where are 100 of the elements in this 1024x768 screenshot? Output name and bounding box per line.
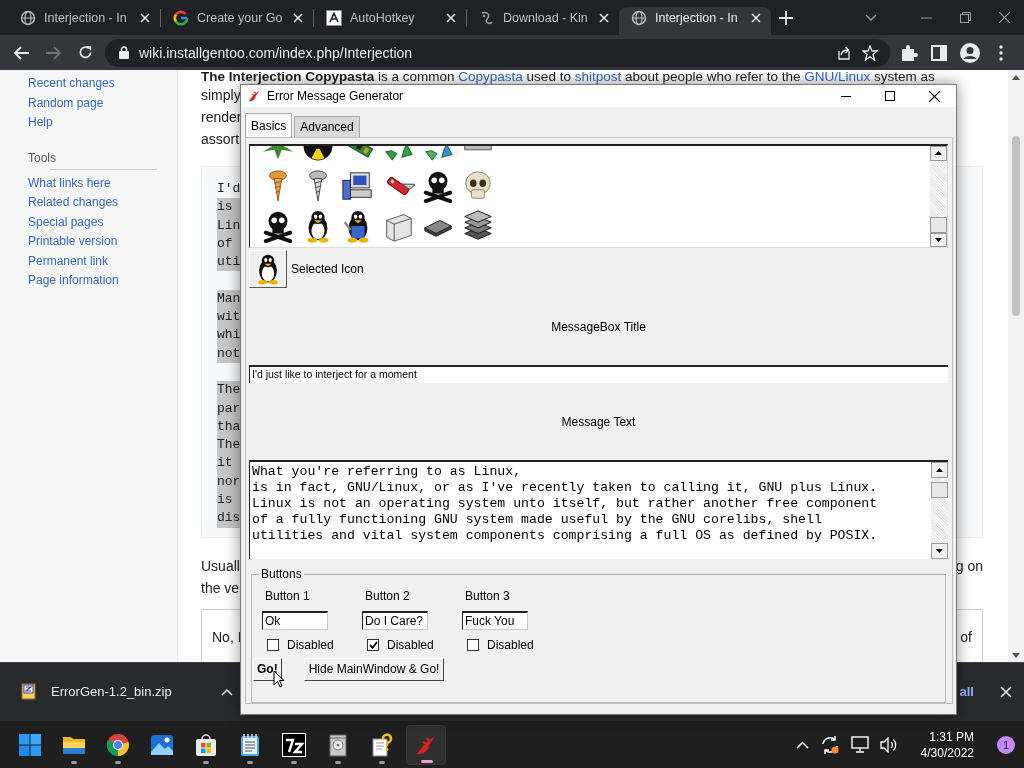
paragraph-text: assort (201, 130, 240, 149)
sidebar-link[interactable]: Permanent link (28, 251, 109, 271)
restore-icon[interactable] (960, 12, 971, 23)
paragraph-text: Usuall (201, 557, 240, 576)
window-title: Error Message Generator (267, 89, 405, 103)
clock-time[interactable]: 1:31 PM (929, 728, 974, 745)
sidebar-link[interactable]: Printable version (28, 232, 118, 252)
input-field[interactable]: Fuck You (462, 611, 528, 630)
sidebar-link[interactable]: Page information (28, 271, 119, 291)
checkbox[interactable] (267, 639, 279, 651)
archive-app-icon (282, 732, 306, 757)
chevron-up-icon[interactable] (795, 740, 809, 749)
chevron-down-icon[interactable] (865, 13, 877, 22)
sidebar-heading: Tools (28, 149, 56, 167)
text-area[interactable]: What you're referring to as Linux, is in fact, GNU/Linux, or as I've recently taken to calling it, GNU plus Linux. Linux is not an operating system unto itself, but rather another free component of a fully functioning GNU system made useful by the GNU corelibs, shell utilities and vital system components comprising a full OS as defined by POSIX. (249, 460, 948, 559)
notepad-icon (240, 732, 260, 757)
field-label: Button 1 (265, 589, 310, 603)
network-icon[interactable] (850, 736, 869, 753)
paragraph-text: render (201, 108, 242, 127)
scrollbar-thumb[interactable] (930, 216, 947, 233)
browser-tab[interactable]: Interjection - In (8, 7, 160, 35)
volume-icon[interactable] (879, 736, 898, 753)
scroll-up-button[interactable] (930, 146, 947, 161)
text-link[interactable]: Copypasta (458, 70, 523, 84)
input-field[interactable]: Ok (262, 611, 328, 630)
swirl-icon (479, 10, 495, 26)
star-icon[interactable] (862, 44, 878, 61)
back-arrow-icon[interactable] (14, 45, 30, 60)
action-button[interactable]: Hide MainWindow & Go! (303, 658, 445, 681)
scroll-down-button[interactable] (931, 543, 948, 559)
sidebar-link[interactable]: What links here (28, 173, 111, 193)
field-label: Message Text (561, 414, 636, 429)
skull-crossbones-icon[interactable] (421, 169, 455, 203)
minimize-icon[interactable] (841, 95, 851, 97)
profile-icon[interactable] (960, 42, 980, 63)
browser-tab[interactable]: Download - Kin (467, 7, 619, 35)
text-link[interactable]: shitpost (574, 70, 622, 84)
browser-tab[interactable]: Interjection - In (619, 7, 771, 35)
tab[interactable]: Basics (245, 113, 293, 137)
input-field[interactable]: I'd just like to interject for a moment (249, 365, 948, 383)
new-tab-plus-icon[interactable] (779, 11, 793, 25)
group-label: Buttons (260, 567, 303, 581)
check-mark-icon (368, 641, 378, 649)
clock-date[interactable]: 4/30/2022 (920, 744, 974, 761)
paragraph-text: of (960, 628, 972, 647)
selected-icon-button[interactable] (249, 250, 287, 288)
sidebar-link[interactable]: Related changes (28, 193, 119, 213)
checkbox-label: Disabled (387, 638, 434, 652)
puzzle-piece-icon[interactable] (900, 43, 918, 62)
forward-arrow-icon[interactable] (45, 45, 61, 60)
paragraph-text: The Interjection Copypasta is a common Copypasta used to shitpost about people who refer to the GNU/Linux system as (201, 70, 936, 84)
sidebar-link[interactable]: Random page (28, 93, 104, 113)
disk-stack-icon[interactable] (461, 209, 495, 243)
sidebar-link[interactable]: Help (28, 113, 53, 133)
code-line: I'd (217, 180, 242, 198)
store-bag-icon (194, 732, 218, 757)
start-icon (19, 733, 41, 756)
scrollbar-thumb[interactable] (931, 482, 948, 498)
sidebar-link[interactable]: Special pages (28, 212, 104, 232)
reload-icon[interactable] (78, 45, 93, 60)
scrollbar-thumb[interactable] (1012, 136, 1020, 316)
arrow-down-icon (936, 549, 943, 553)
field-label: MessageBox Title (551, 319, 646, 334)
arrow-up-icon (936, 468, 943, 472)
side-panel-icon[interactable] (931, 44, 947, 61)
help-document-icon (371, 732, 393, 757)
download-file-name[interactable]: ErrorGen-1.2_bin.zip (51, 684, 172, 699)
lock-icon[interactable] (119, 46, 129, 59)
scroll-up-button[interactable] (931, 462, 948, 478)
computer-icon[interactable] (341, 169, 375, 203)
share-icon[interactable] (836, 45, 852, 60)
checkbox-label: Disabled (287, 638, 334, 652)
letter-a-icon (326, 10, 342, 26)
sync-icon[interactable] (819, 734, 840, 755)
tab[interactable]: Advanced (294, 116, 360, 137)
maximize-icon[interactable] (885, 91, 895, 101)
checkbox-label: Disabled (487, 638, 534, 652)
sidebar-link[interactable]: Recent changes (28, 74, 115, 94)
field-label: Button 3 (465, 589, 510, 603)
paragraph-text: simply (201, 86, 241, 105)
scroll-down-arrow-icon[interactable] (1012, 653, 1020, 658)
skull-crossbones-icon[interactable] (261, 209, 295, 243)
caret-up-icon[interactable] (220, 687, 233, 696)
arrow-up-icon (935, 151, 942, 156)
browser-tab[interactable]: AutoHotkey (314, 7, 466, 35)
globe-icon (20, 10, 36, 26)
installer-icon (327, 732, 349, 757)
show-all-link[interactable]: all (959, 684, 974, 699)
close-icon[interactable] (999, 12, 1010, 23)
zip-file-icon (20, 683, 37, 700)
notification-badge[interactable]: 1 (997, 735, 1015, 754)
checkbox[interactable] (467, 639, 479, 651)
paragraph-text: the ve (201, 579, 240, 598)
paragraph-text: No, I (212, 628, 242, 647)
close-icon[interactable] (929, 90, 940, 102)
browser-tab[interactable]: Create your Go (161, 7, 313, 35)
scroll-up-arrow-icon[interactable] (1012, 75, 1020, 80)
text-link[interactable]: GNU/Linux (804, 70, 871, 84)
address-bar[interactable]: wiki.installgentoo.com/index.php/Interjection (105, 38, 890, 67)
menu-dots-icon[interactable] (999, 44, 1003, 61)
